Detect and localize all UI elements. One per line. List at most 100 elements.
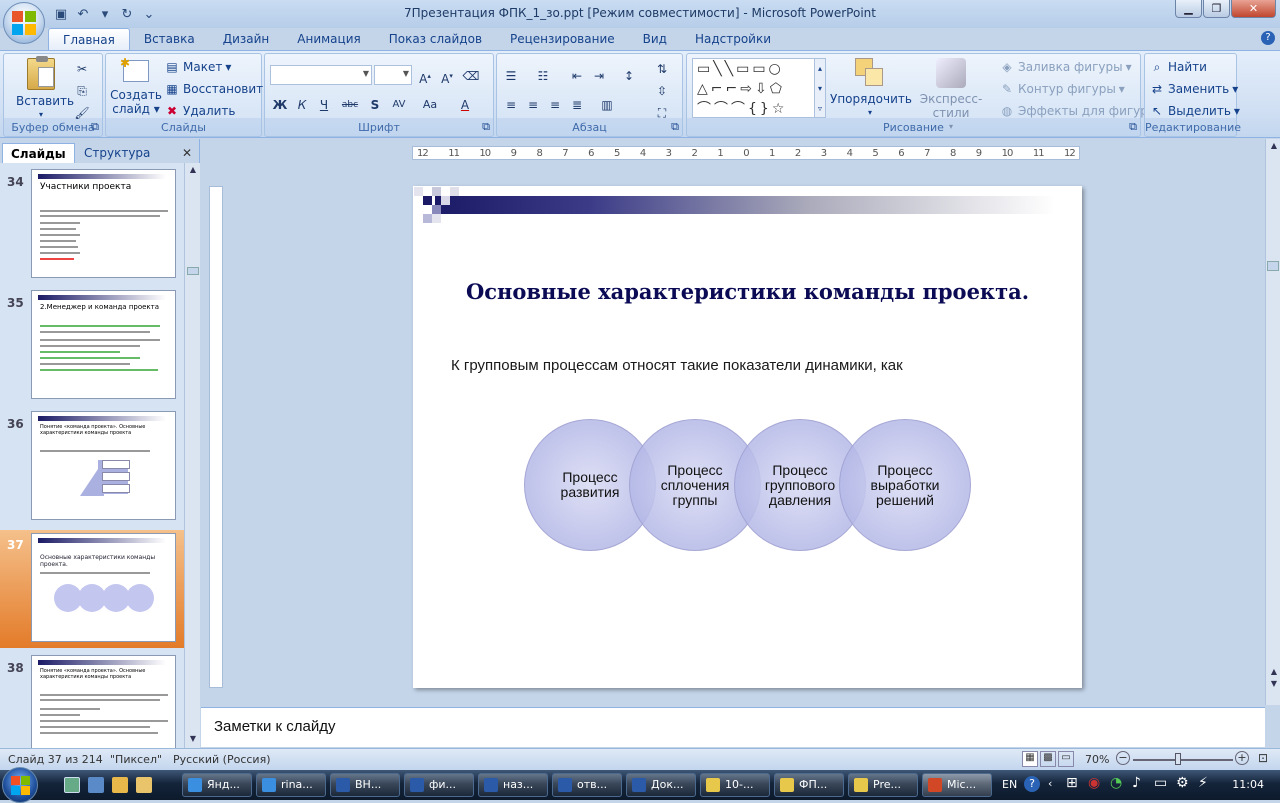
taskbar-button[interactable]: фи... bbox=[404, 773, 474, 797]
bold-icon[interactable]: Ж bbox=[270, 94, 290, 114]
slide-thumbnail-35[interactable]: 2.Менеджер и команда проекта bbox=[31, 290, 176, 399]
increase-indent-icon[interactable]: ⇥ bbox=[589, 65, 609, 85]
tab-outline-panel[interactable]: Структура bbox=[76, 143, 158, 163]
numbering-icon[interactable]: ☷ bbox=[533, 65, 553, 85]
shape-effects-button[interactable]: ◍Эффекты для фигур ▾ bbox=[999, 103, 1157, 119]
switch-windows-icon[interactable] bbox=[88, 777, 104, 793]
strikethrough-icon[interactable]: abc bbox=[340, 94, 360, 114]
mixer-icon[interactable]: ⚙ bbox=[1176, 775, 1189, 791]
monitor-icon[interactable]: ▭ bbox=[1154, 775, 1167, 791]
shadow-icon[interactable]: S bbox=[365, 94, 385, 114]
decrease-indent-icon[interactable]: ⇤ bbox=[567, 65, 587, 85]
new-slide-button[interactable]: ✱ Создать слайд ▾ bbox=[110, 56, 162, 116]
arrange-button[interactable]: Упорядочить ▾ bbox=[830, 58, 912, 120]
taskbar-button[interactable]: наз... bbox=[478, 773, 548, 797]
slide-thumbnail-37[interactable]: Основные характеристики команды проекта. bbox=[31, 533, 176, 642]
font-color-icon[interactable]: A bbox=[455, 94, 475, 114]
tab-design[interactable]: Дизайн bbox=[209, 28, 284, 50]
dialog-launcher-icon[interactable]: ⧉ bbox=[1129, 120, 1137, 134]
taskbar-button[interactable]: отв... bbox=[552, 773, 622, 797]
chevron-left-icon[interactable]: ‹ bbox=[1048, 777, 1052, 790]
find-button[interactable]: ⌕ Найти bbox=[1149, 59, 1207, 75]
input-language[interactable]: EN bbox=[1002, 778, 1017, 791]
font-name-combo[interactable]: ▼ bbox=[270, 65, 372, 85]
dialog-launcher-icon[interactable]: ⧉ bbox=[671, 120, 679, 134]
volume-icon[interactable]: ♪ bbox=[1132, 775, 1141, 791]
layout-button[interactable]: ▤ Макет ▾ bbox=[164, 59, 231, 75]
taskbar-button-powerpoint[interactable]: Mic... bbox=[922, 773, 992, 797]
shapes-gallery[interactable]: ▭╲╲▭▭○ △⌐⌐⇨⇩⬠ ⌒⌒⌒{}☆ bbox=[692, 58, 820, 118]
taskbar-button[interactable]: Pre... bbox=[848, 773, 918, 797]
close-icon[interactable]: ✕ bbox=[182, 146, 192, 160]
shape-outline-button[interactable]: ✎ Контур фигуры ▾ bbox=[999, 81, 1125, 97]
smartart-icon[interactable]: ⛶ bbox=[652, 102, 672, 122]
slide-body-text[interactable]: К групповым процессам относят такие пока… bbox=[451, 357, 903, 374]
shapes-scroll[interactable]: ▴ ▾ ▿ bbox=[814, 58, 826, 118]
help-icon[interactable]: ? bbox=[1024, 776, 1040, 792]
slide-thumbnail-34[interactable]: Участники проекта bbox=[31, 169, 176, 278]
tab-addins[interactable]: Надстройки bbox=[681, 28, 785, 50]
minimize-button[interactable]: ▁ bbox=[1175, 0, 1202, 18]
start-button[interactable] bbox=[2, 767, 38, 803]
taskbar-button[interactable]: 10-... bbox=[700, 773, 770, 797]
align-right-icon[interactable]: ≡ bbox=[545, 94, 565, 114]
format-painter-icon[interactable]: 🖌 bbox=[72, 102, 92, 122]
show-desktop-icon[interactable] bbox=[64, 777, 80, 793]
char-spacing-icon[interactable]: AV bbox=[389, 94, 409, 114]
replace-button[interactable]: ⇄ Заменить ▾ bbox=[1149, 81, 1238, 97]
network-icon[interactable]: ⊞ bbox=[1066, 775, 1078, 791]
zoom-slider[interactable] bbox=[1133, 759, 1233, 761]
line-spacing-icon[interactable]: ↕ bbox=[619, 65, 639, 85]
fit-window-icon[interactable]: ⊡ bbox=[1258, 751, 1268, 765]
messenger-icon[interactable] bbox=[136, 777, 152, 793]
clear-format-icon[interactable]: ⌫ bbox=[461, 65, 481, 85]
cut-icon[interactable]: ✂ bbox=[72, 58, 92, 78]
tab-home[interactable]: Главная bbox=[48, 28, 130, 50]
slide-title[interactable]: Основные характеристики команды проекта. bbox=[413, 279, 1082, 304]
help-icon[interactable]: ? bbox=[1261, 31, 1275, 45]
slideshow-view-icon[interactable]: ▭ bbox=[1058, 751, 1074, 767]
taskbar-button[interactable]: Док... bbox=[626, 773, 696, 797]
zoom-slider-thumb[interactable] bbox=[1175, 753, 1181, 765]
dialog-launcher-icon[interactable]: ⧉ bbox=[91, 120, 99, 134]
delete-slide-button[interactable]: ✖ Удалить bbox=[164, 103, 236, 119]
clock[interactable]: 11:04 bbox=[1232, 778, 1264, 791]
tab-view[interactable]: Вид bbox=[629, 28, 681, 50]
align-text-icon[interactable]: ⇳ bbox=[652, 80, 672, 100]
tab-review[interactable]: Рецензирование bbox=[496, 28, 629, 50]
notes-pane[interactable]: Заметки к слайду bbox=[201, 707, 1265, 747]
italic-icon[interactable]: К bbox=[292, 94, 312, 114]
taskbar-button[interactable]: ВН... bbox=[330, 773, 400, 797]
reset-button[interactable]: ▦ Восстановить bbox=[164, 81, 270, 97]
antivirus-icon[interactable]: ◉ bbox=[1088, 775, 1100, 791]
select-button[interactable]: ↖ Выделить ▾ bbox=[1149, 103, 1240, 119]
change-case-icon[interactable]: Aa bbox=[420, 94, 440, 114]
main-scrollbar[interactable]: ▲ ▲ ▼ bbox=[1265, 139, 1280, 705]
underline-icon[interactable]: Ч bbox=[314, 94, 334, 114]
taskbar-button[interactable]: ФП... bbox=[774, 773, 844, 797]
bullets-icon[interactable]: ☰ bbox=[501, 65, 521, 85]
justify-icon[interactable]: ≣ bbox=[567, 94, 587, 114]
font-size-combo[interactable]: ▼ bbox=[374, 65, 412, 85]
align-left-icon[interactable]: ≡ bbox=[501, 94, 521, 114]
grow-font-icon[interactable]: A▴ bbox=[415, 65, 435, 86]
tab-animation[interactable]: Анимация bbox=[283, 28, 374, 50]
office-button[interactable] bbox=[3, 2, 45, 44]
power-icon[interactable]: ⚡ bbox=[1198, 775, 1208, 791]
dialog-launcher-icon[interactable]: ⧉ bbox=[482, 120, 490, 134]
copy-icon[interactable]: ⎘ bbox=[72, 80, 92, 100]
shrink-font-icon[interactable]: A▾ bbox=[437, 65, 457, 86]
normal-view-icon[interactable]: ▦ bbox=[1022, 751, 1038, 767]
slide-canvas[interactable]: Основные характеристики команды проекта.… bbox=[413, 186, 1082, 688]
paste-button[interactable]: Вставить ▾ bbox=[16, 56, 74, 122]
panel-scrollbar[interactable]: ▲ ▼ bbox=[184, 163, 200, 748]
taskbar-button[interactable]: rina... bbox=[256, 773, 326, 797]
diagram-circle[interactable]: Процесс выработки решений bbox=[839, 419, 971, 551]
sorter-view-icon[interactable]: ▩ bbox=[1040, 751, 1056, 767]
shape-fill-button[interactable]: ◈ Заливка фигуры ▾ bbox=[999, 59, 1131, 75]
folder-icon[interactable] bbox=[112, 777, 128, 793]
taskbar-button[interactable]: Янд... bbox=[182, 773, 252, 797]
tab-insert[interactable]: Вставка bbox=[130, 28, 209, 50]
close-button[interactable]: ✕ bbox=[1231, 0, 1276, 18]
language[interactable]: Русский (Россия) bbox=[173, 753, 271, 766]
